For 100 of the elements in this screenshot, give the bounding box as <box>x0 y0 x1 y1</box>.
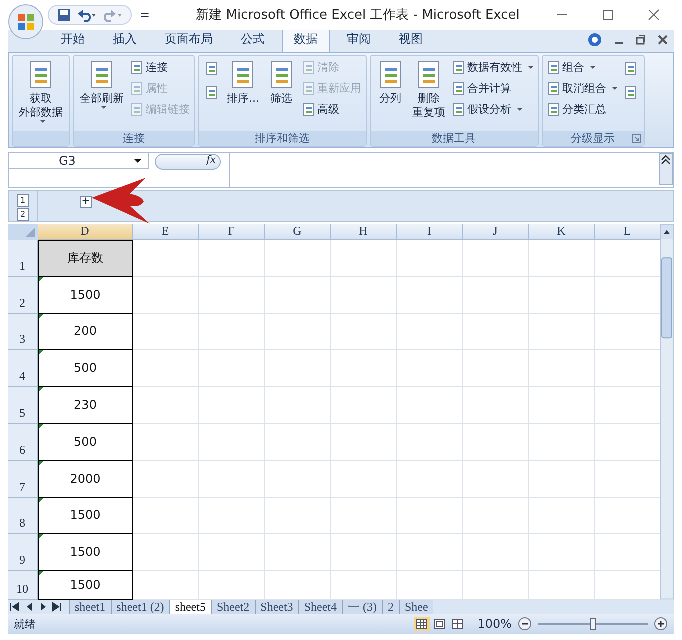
close-icon[interactable] <box>648 9 660 21</box>
sheet-tab[interactable]: Sheet4 <box>298 600 342 614</box>
ribbon-tab[interactable]: 公式 <box>230 28 276 52</box>
ribbon-button[interactable]: 全部刷新 <box>78 58 126 111</box>
table-cell <box>463 534 529 572</box>
table-cell <box>265 240 331 277</box>
column-header[interactable]: G <box>265 224 331 240</box>
table-cell <box>331 534 397 572</box>
group-footer <box>13 131 69 146</box>
column-header[interactable]: J <box>463 224 529 240</box>
close-icon[interactable] <box>658 35 668 45</box>
zoom-out-icon[interactable] <box>518 617 532 631</box>
table-cell <box>397 424 463 461</box>
table-cell <box>463 498 529 534</box>
group-label: 分级显示 <box>571 131 615 146</box>
vertical-scrollbar[interactable] <box>660 224 674 600</box>
expand-button[interactable]: + <box>80 196 92 208</box>
sheet-tab[interactable]: sheet5 <box>169 600 211 614</box>
ribbon-button[interactable]: 数据有效性 <box>452 58 534 77</box>
document-icon <box>205 62 219 76</box>
maximize-icon[interactable] <box>602 9 614 21</box>
table-cell <box>397 276 463 314</box>
expand-formula-bar-icon[interactable] <box>659 153 673 185</box>
undo-icon[interactable] <box>77 8 97 22</box>
sheet-tab[interactable]: 一 (3) <box>342 600 382 614</box>
document-icon <box>130 60 144 74</box>
sheet-tab[interactable]: Shee <box>398 600 434 614</box>
column-header[interactable]: F <box>199 224 265 240</box>
table-cell <box>265 350 331 388</box>
table-cell <box>463 424 529 461</box>
help-icon[interactable] <box>588 33 602 47</box>
row-header[interactable]: 10 <box>8 571 38 600</box>
outline-level-button[interactable]: 1 <box>17 194 29 207</box>
outline-level-button[interactable]: 2 <box>17 208 29 221</box>
ribbon-button[interactable]: 获取 外部数据 <box>17 58 65 125</box>
table-cell <box>529 498 595 534</box>
ribbon-button[interactable]: 筛选 <box>266 58 298 108</box>
ribbon-button[interactable]: 分列 <box>374 58 406 108</box>
table-cell <box>331 387 397 424</box>
row-header[interactable]: 4 <box>8 350 38 388</box>
row-header[interactable]: 5 <box>8 387 38 424</box>
row-header[interactable]: 1 <box>8 240 38 277</box>
zoom-level[interactable]: 100% <box>478 617 512 631</box>
column-header[interactable]: D <box>38 224 133 240</box>
sheet-tab[interactable]: 2 <box>382 600 399 614</box>
save-icon[interactable] <box>57 8 71 22</box>
column-header[interactable]: E <box>133 224 199 240</box>
ribbon-button[interactable]: 删除 重复项 <box>410 58 448 122</box>
sheet-tab[interactable]: Sheet2 <box>210 600 255 614</box>
row-header[interactable]: 2 <box>8 276 38 314</box>
ribbon-button[interactable]: 连接 <box>130 58 190 77</box>
table-cell <box>199 314 265 350</box>
row-header[interactable]: 7 <box>8 460 38 498</box>
document-icon <box>452 82 466 96</box>
table-cell <box>133 387 199 424</box>
dialog-launcher-icon[interactable] <box>632 134 640 143</box>
page-break-preview-icon[interactable] <box>450 617 466 631</box>
normal-view-icon[interactable] <box>414 617 430 631</box>
column-header[interactable]: I <box>397 224 463 240</box>
sheet-tab[interactable]: sheet1 <box>69 600 111 614</box>
ribbon-tab[interactable]: 视图 <box>388 28 434 52</box>
column-header[interactable]: K <box>529 224 595 240</box>
document-icon <box>302 60 316 74</box>
ribbon-tab[interactable]: 页面布局 <box>154 28 224 52</box>
ribbon-tab[interactable]: 开始 <box>50 28 96 52</box>
ribbon-button[interactable]: 取消组合 <box>546 79 618 98</box>
table-cell <box>199 460 265 498</box>
row-header[interactable]: 8 <box>8 498 38 534</box>
zoom-in-icon[interactable] <box>654 617 668 631</box>
table-cell: 500 <box>38 424 133 461</box>
document-icon <box>546 102 560 116</box>
ribbon-tab[interactable]: 审阅 <box>336 28 382 52</box>
page-layout-icon[interactable] <box>432 617 448 631</box>
ribbon-button[interactable]: 组合 <box>546 58 618 77</box>
ribbon-button[interactable]: 排序... <box>225 58 262 108</box>
column-header[interactable]: H <box>331 224 397 240</box>
table-cell <box>265 424 331 461</box>
first-sheet-icon[interactable] <box>10 601 21 613</box>
table-cell <box>397 498 463 534</box>
row-header[interactable]: 9 <box>8 534 38 572</box>
ribbon-button[interactable]: 高级 <box>302 100 362 119</box>
table-cell <box>133 240 199 277</box>
restore-icon[interactable] <box>636 35 646 45</box>
row-header[interactable]: 3 <box>8 314 38 350</box>
ribbon-tab[interactable]: 插入 <box>102 28 148 52</box>
table-cell <box>265 314 331 350</box>
customize-button[interactable]: = <box>140 8 150 22</box>
ribbon-button[interactable]: 假设分析 <box>452 100 534 119</box>
table-cell <box>265 498 331 534</box>
table-cell <box>397 240 463 277</box>
ribbon-button[interactable]: 分类汇总 <box>546 100 618 119</box>
last-sheet-icon[interactable] <box>52 601 63 613</box>
sheet-tab[interactable]: sheet1 (2) <box>110 600 170 614</box>
ribbon-button[interactable]: 合并计算 <box>452 79 534 98</box>
table-cell <box>529 314 595 350</box>
sheet-tab[interactable]: Sheet3 <box>254 600 298 614</box>
column-header[interactable]: L <box>595 224 660 240</box>
name-box[interactable]: G3 <box>9 153 149 169</box>
row-header[interactable]: 6 <box>8 424 38 461</box>
insert-function-button[interactable]: fx <box>155 154 221 170</box>
